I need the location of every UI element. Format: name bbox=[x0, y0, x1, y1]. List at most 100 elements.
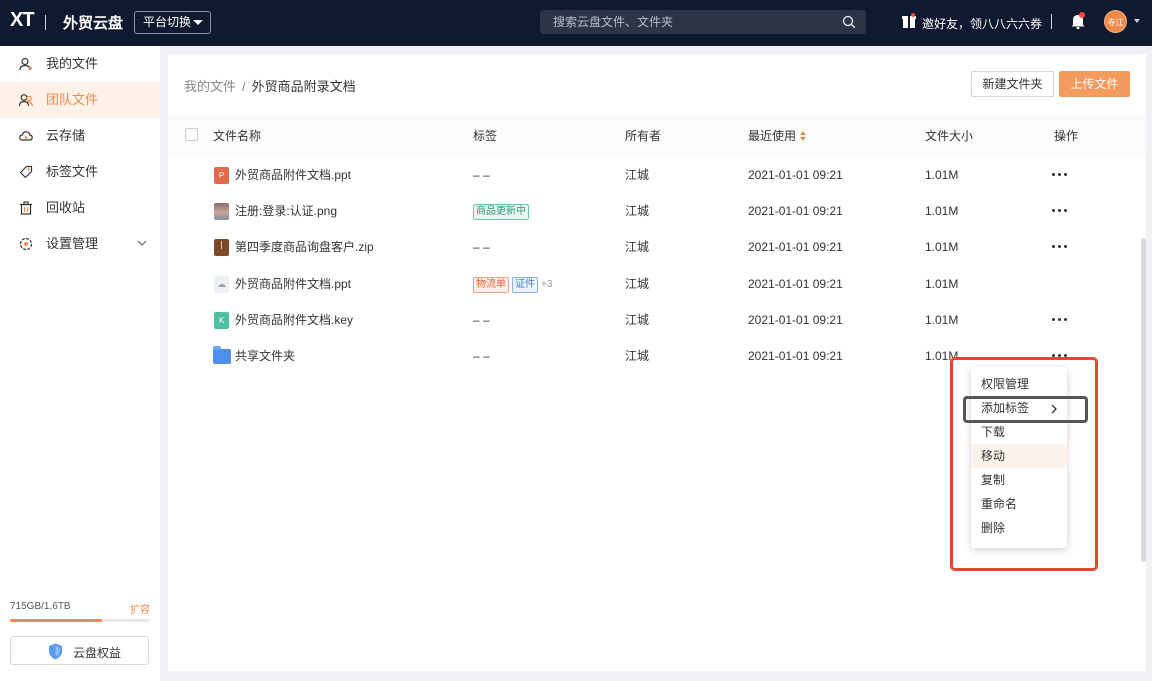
tag-badge[interactable]: 物流单 bbox=[473, 276, 509, 293]
file-owner: 江城 bbox=[625, 313, 650, 327]
file-size: 1.01M bbox=[925, 204, 959, 218]
logo-divider bbox=[45, 15, 46, 30]
file-tags-empty: – – bbox=[473, 168, 490, 182]
platform-switch-button[interactable]: 平台切换 bbox=[134, 11, 211, 34]
tag-badge[interactable]: 商品更新中 bbox=[473, 203, 529, 220]
app-name: 外贸云盘 bbox=[63, 15, 124, 32]
table-row[interactable]: ☁ 外贸商品附件文档.ppt 物流单 证件 +3 江城 2021-01-01 09:… bbox=[168, 266, 1146, 302]
table-row[interactable]: 第四季度商品询盘客户.zip – – 江城 2021-01-01 09:21 1… bbox=[168, 229, 1146, 265]
folder-icon bbox=[213, 346, 231, 364]
column-header-recent-label: 最近使用 bbox=[748, 129, 797, 143]
notification-dot bbox=[1079, 12, 1085, 18]
storage-usage-text: 715GB/1.6TB bbox=[10, 601, 71, 612]
cloud-benefits-label: 云盘权益 bbox=[73, 646, 122, 660]
select-all-checkbox[interactable] bbox=[185, 128, 198, 141]
shield-icon bbox=[49, 643, 62, 660]
sidebar-item-tagged-files[interactable]: 标签文件 bbox=[0, 154, 160, 190]
sidebar-item-settings[interactable]: 设置管理 bbox=[0, 226, 160, 262]
sidebar: 我的文件 团队文件 云存储 标签文件 回收站 设置管理 715GB/1.6TB … bbox=[0, 46, 160, 681]
ppt-file-icon: P bbox=[214, 167, 229, 184]
invite-link[interactable]: 邀好友，领八八六六券 bbox=[922, 15, 1042, 32]
more-actions-icon[interactable] bbox=[1052, 173, 1068, 177]
file-recent-used: 2021-01-01 09:21 bbox=[748, 168, 843, 182]
caret-down-icon[interactable] bbox=[1134, 19, 1140, 23]
caret-down-icon bbox=[193, 20, 203, 25]
search-input[interactable] bbox=[540, 10, 830, 34]
table-row[interactable]: K 外贸商品附件文档.key – – 江城 2021-01-01 09:21 1… bbox=[168, 302, 1146, 338]
file-name[interactable]: 第四季度商品询盘客户.zip bbox=[235, 229, 374, 265]
more-actions-icon[interactable] bbox=[1052, 209, 1068, 213]
cloud-file-icon: ☁ bbox=[214, 276, 229, 293]
key-file-icon: K bbox=[214, 312, 229, 329]
column-header-actions: 操作 bbox=[1054, 129, 1079, 143]
zip-file-icon bbox=[214, 239, 229, 256]
sidebar-item-label: 云存储 bbox=[46, 128, 86, 143]
user-file-icon bbox=[19, 57, 32, 71]
cloud-icon bbox=[19, 131, 33, 141]
file-owner: 江城 bbox=[625, 349, 650, 363]
team-file-icon bbox=[19, 94, 33, 107]
sidebar-item-trash[interactable]: 回收站 bbox=[0, 190, 160, 226]
search-box[interactable] bbox=[540, 10, 866, 34]
file-size: 1.01M bbox=[925, 240, 959, 254]
logo[interactable]: XT bbox=[10, 9, 35, 32]
column-header-recent[interactable]: 最近使用 bbox=[748, 127, 807, 144]
file-recent-used: 2021-01-01 09:21 bbox=[748, 313, 843, 327]
chevron-down-icon[interactable] bbox=[137, 238, 147, 248]
expand-storage-link[interactable]: 扩容 bbox=[130, 601, 150, 616]
more-tags-count[interactable]: +3 bbox=[541, 279, 552, 290]
file-owner: 江城 bbox=[625, 240, 650, 254]
sidebar-item-my-files[interactable]: 我的文件 bbox=[0, 46, 160, 82]
column-header-tags: 标签 bbox=[473, 129, 498, 143]
sidebar-item-label: 设置管理 bbox=[46, 236, 99, 251]
column-header-size: 文件大小 bbox=[925, 129, 974, 143]
annotation-highlight-add-tag bbox=[963, 396, 1088, 423]
table-header: 文件名称 标签 所有者 最近使用 文件大小 操作 bbox=[168, 114, 1146, 156]
sort-icon[interactable] bbox=[800, 131, 807, 141]
file-recent-used: 2021-01-01 09:21 bbox=[748, 240, 843, 254]
file-name[interactable]: 外贸商品附件文档.key bbox=[235, 302, 353, 338]
breadcrumb-current: 外贸商品附录文档 bbox=[251, 79, 356, 94]
file-tags: 商品更新中 bbox=[473, 193, 532, 229]
file-owner: 江城 bbox=[625, 204, 650, 218]
file-name[interactable]: 注册:登录:认证.png bbox=[235, 193, 337, 229]
sidebar-item-label: 标签文件 bbox=[46, 164, 99, 179]
table-row[interactable]: 注册:登录:认证.png 商品更新中 江城 2021-01-01 09:21 1… bbox=[168, 193, 1146, 229]
file-tags-empty: – – bbox=[473, 240, 490, 254]
more-actions-icon[interactable] bbox=[1052, 245, 1068, 249]
file-name[interactable]: 外贸商品附件文档.ppt bbox=[235, 157, 351, 193]
new-folder-button[interactable]: 新建文件夹 bbox=[971, 71, 1054, 97]
file-owner: 江城 bbox=[625, 277, 650, 291]
file-tags-empty: – – bbox=[473, 349, 490, 363]
more-actions-icon[interactable] bbox=[1052, 318, 1068, 322]
header-divider bbox=[1051, 14, 1052, 29]
file-name[interactable]: 外贸商品附件文档.ppt bbox=[235, 266, 351, 302]
breadcrumb-root-link[interactable]: 我的文件 bbox=[184, 79, 236, 94]
breadcrumb: 我的文件 / 外贸商品附录文档 bbox=[184, 76, 356, 95]
platform-switch-label: 平台切换 bbox=[143, 15, 192, 29]
sidebar-item-label: 团队文件 bbox=[46, 92, 99, 107]
sidebar-item-label: 回收站 bbox=[46, 200, 86, 215]
upload-file-button[interactable]: 上传文件 bbox=[1059, 71, 1130, 97]
file-size: 1.01M bbox=[925, 313, 959, 327]
column-header-owner: 所有者 bbox=[625, 129, 662, 143]
image-file-icon bbox=[214, 203, 229, 220]
file-recent-used: 2021-01-01 09:21 bbox=[748, 349, 843, 363]
file-name[interactable]: 共享文件夹 bbox=[235, 338, 295, 374]
file-tags-empty: – – bbox=[473, 313, 490, 327]
sidebar-item-team-files[interactable]: 团队文件 bbox=[0, 82, 160, 118]
avatar[interactable]: 寺江 bbox=[1104, 10, 1127, 33]
cloud-benefits-button[interactable]: 云盘权益 bbox=[10, 636, 149, 665]
tag-icon bbox=[19, 165, 33, 179]
file-tags: 物流单 证件 +3 bbox=[473, 266, 552, 303]
scrollbar[interactable] bbox=[1141, 238, 1146, 562]
gift-icon[interactable] bbox=[902, 13, 916, 29]
sidebar-item-label: 我的文件 bbox=[46, 56, 99, 71]
sidebar-item-cloud-storage[interactable]: 云存储 bbox=[0, 118, 160, 154]
table-row[interactable]: P 外贸商品附件文档.ppt – – 江城 2021-01-01 09:21 1… bbox=[168, 157, 1146, 193]
search-icon[interactable] bbox=[842, 15, 856, 29]
annotation-highlight-menu bbox=[950, 357, 1098, 571]
storage-progress-bar bbox=[10, 619, 149, 622]
trash-icon bbox=[20, 201, 32, 215]
tag-badge[interactable]: 证件 bbox=[512, 276, 538, 293]
